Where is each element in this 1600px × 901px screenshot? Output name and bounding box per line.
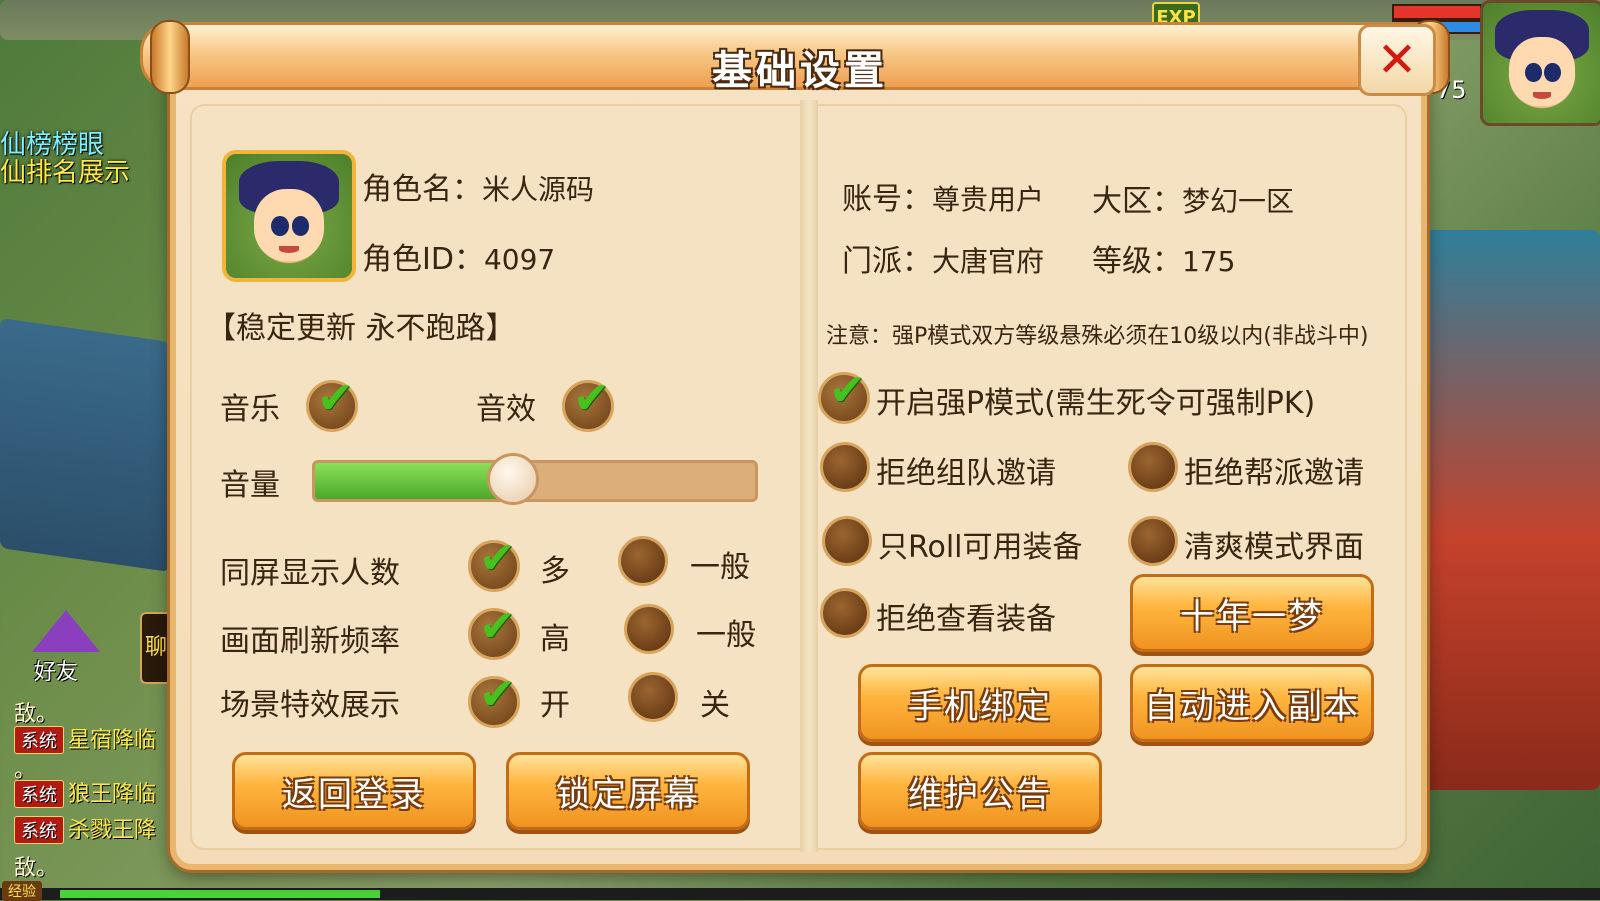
friend-hat-icon bbox=[32, 610, 100, 652]
pk-notice: 注意：强P模式双方等级悬殊必须在10级以内(非战斗中) bbox=[826, 324, 1369, 349]
sfx-label: 音效 bbox=[476, 392, 536, 427]
refuse-guild-label: 拒绝帮派邀请 bbox=[1184, 456, 1364, 491]
role-id-value: 4097 bbox=[483, 243, 556, 276]
region-label: 大区： bbox=[1092, 184, 1182, 219]
pk-mode-label: 开启强P模式(需生死令可强制PK) bbox=[876, 386, 1316, 421]
refuse-view-equip-radio[interactable] bbox=[820, 588, 870, 638]
refresh-high-label: 高 bbox=[540, 622, 570, 657]
ranking-banner-2[interactable]: 仙排名展示 bbox=[0, 152, 130, 189]
close-button[interactable]: ✕ bbox=[1358, 24, 1436, 96]
volume-slider-fill bbox=[315, 463, 513, 499]
display-count-high-label: 多 bbox=[540, 554, 570, 589]
auto-dungeon-button[interactable]: 自动进入副本 bbox=[1130, 664, 1374, 742]
region-value: 梦幻一区 bbox=[1182, 185, 1295, 218]
clean-ui-label: 清爽模式界面 bbox=[1184, 530, 1364, 565]
level-value: 175 bbox=[1182, 245, 1236, 278]
role-id-label: 角色ID： bbox=[362, 242, 484, 277]
system-tag: 系统 bbox=[14, 726, 64, 754]
panel-divider bbox=[800, 100, 818, 852]
display-count-normal-radio[interactable] bbox=[618, 536, 668, 586]
display-count-high-checkbox[interactable]: ✔ bbox=[468, 533, 520, 592]
role-name-value: 米人源码 bbox=[482, 173, 595, 206]
role-name-label: 角色名： bbox=[362, 172, 482, 207]
refresh-high-checkbox[interactable]: ✔ bbox=[468, 601, 520, 660]
chat-line: 敌。 bbox=[14, 856, 59, 881]
background-scene-right bbox=[1420, 230, 1600, 790]
display-count-normal-label: 一般 bbox=[690, 550, 750, 585]
role-name-row: 角色名：米人源码 bbox=[362, 164, 594, 208]
level-label: 等级： bbox=[1092, 244, 1182, 279]
checkmark-icon: ✔ bbox=[317, 373, 354, 424]
exp-bar-fill bbox=[60, 890, 380, 898]
roll-usable-label: 只Roll可用装备 bbox=[878, 530, 1083, 565]
account-value: 尊贵用户 bbox=[932, 183, 1045, 216]
maintenance-notice-button[interactable]: 维护公告 bbox=[858, 752, 1102, 830]
checkmark-icon: ✔ bbox=[829, 365, 866, 416]
row-label-display-count: 同屏显示人数 bbox=[220, 556, 400, 591]
chat-line: 系统 狼王降临 bbox=[14, 776, 156, 808]
refresh-normal-label: 一般 bbox=[696, 618, 756, 653]
level-row: 等级：175 bbox=[1092, 236, 1235, 280]
school-value: 大唐官府 bbox=[932, 245, 1045, 278]
school-row: 门派：大唐官府 bbox=[842, 236, 1044, 280]
effects-off-radio[interactable] bbox=[628, 672, 678, 722]
refuse-team-label: 拒绝组队邀请 bbox=[876, 456, 1056, 491]
music-label: 音乐 bbox=[220, 392, 280, 427]
clean-ui-radio[interactable] bbox=[1128, 516, 1178, 566]
slogan-text: 【稳定更新 永不跑路】 bbox=[206, 311, 516, 346]
refuse-guild-radio[interactable] bbox=[1128, 442, 1178, 492]
phone-bind-button[interactable]: 手机绑定 bbox=[858, 664, 1102, 742]
account-label: 账号： bbox=[842, 182, 932, 217]
region-row: 大区：梦幻一区 bbox=[1092, 176, 1294, 220]
volume-label: 音量 bbox=[220, 468, 280, 503]
return-login-button[interactable]: 返回登录 bbox=[232, 752, 476, 830]
role-id-row: 角色ID：4097 bbox=[362, 234, 555, 278]
roll-usable-radio[interactable] bbox=[822, 516, 872, 566]
friend-label: 好友 bbox=[34, 660, 79, 685]
effects-on-label: 开 bbox=[540, 688, 570, 723]
checkmark-icon: ✔ bbox=[573, 373, 610, 424]
hp-bar bbox=[1392, 4, 1482, 20]
refuse-team-radio[interactable] bbox=[820, 442, 870, 492]
character-portrait bbox=[222, 150, 356, 282]
ten-years-dream-button[interactable]: 十年一梦 bbox=[1130, 574, 1374, 652]
sfx-checkbox[interactable]: ✔ bbox=[562, 373, 614, 432]
checkmark-icon: ✔ bbox=[479, 533, 516, 584]
checkmark-icon: ✔ bbox=[479, 669, 516, 720]
checkmark-icon: ✔ bbox=[479, 601, 516, 652]
background-scene-left bbox=[0, 318, 170, 572]
system-tag: 系统 bbox=[14, 816, 64, 844]
account-row: 账号：尊贵用户 bbox=[842, 174, 1044, 218]
chat-line: 系统 杀戮王降 bbox=[14, 812, 156, 844]
pk-mode-checkbox[interactable]: ✔ bbox=[818, 365, 870, 424]
music-checkbox[interactable]: ✔ bbox=[306, 373, 358, 432]
effects-off-label: 关 bbox=[700, 688, 730, 723]
exp-label: 经验 bbox=[2, 881, 42, 901]
lock-screen-button[interactable]: 锁定屏幕 bbox=[506, 752, 750, 830]
friend-button[interactable]: 好友 bbox=[26, 610, 104, 685]
volume-slider-knob[interactable] bbox=[487, 453, 539, 505]
chat-line: 系统 星宿降临 bbox=[14, 722, 156, 754]
system-tag: 系统 bbox=[14, 780, 64, 808]
school-label: 门派： bbox=[842, 244, 932, 279]
row-label-refresh-rate: 画面刷新频率 bbox=[220, 624, 400, 659]
effects-on-checkbox[interactable]: ✔ bbox=[468, 669, 520, 728]
row-label-scene-effects: 场景特效展示 bbox=[220, 688, 400, 723]
chat-side-button[interactable]: 聊 bbox=[140, 612, 172, 684]
refuse-view-equip-label: 拒绝查看装备 bbox=[876, 602, 1056, 637]
refresh-normal-radio[interactable] bbox=[624, 604, 674, 654]
close-icon: ✕ bbox=[1376, 32, 1418, 88]
